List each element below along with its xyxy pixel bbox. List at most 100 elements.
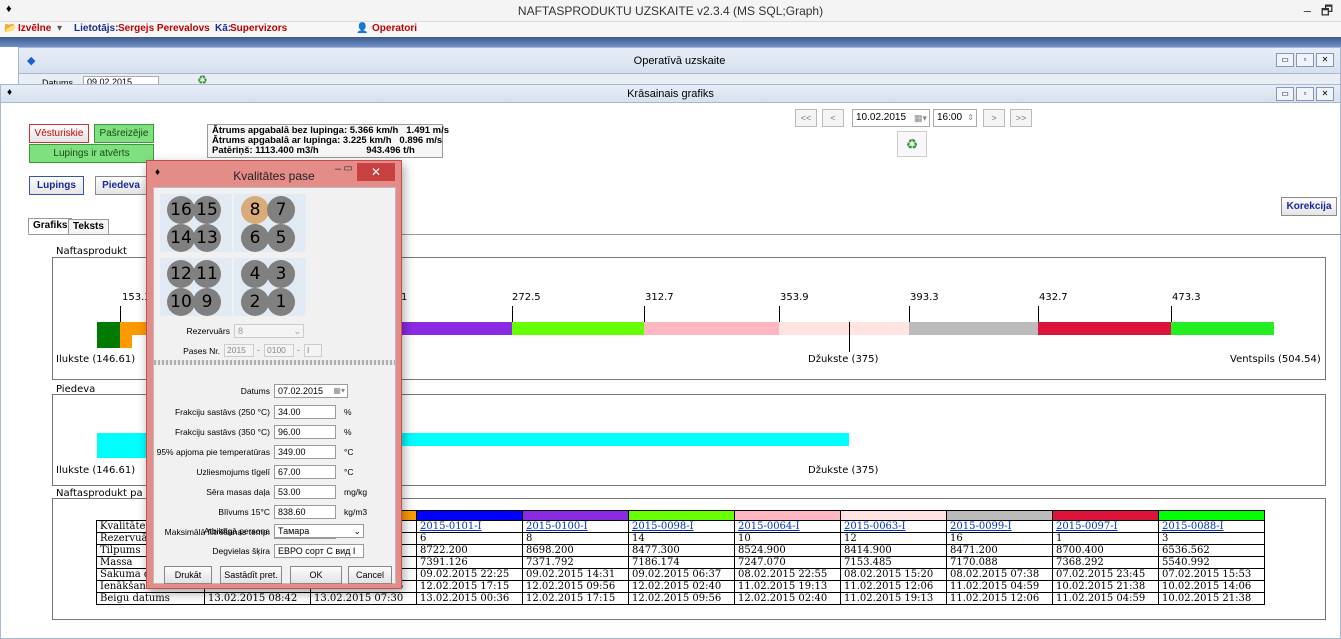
nav-time-field[interactable]: 16:00 ⇕ xyxy=(933,109,977,127)
menu-izvelne[interactable]: Izvēlne xyxy=(18,23,51,34)
field-label: 95% apjoma pie temperatūras xyxy=(156,447,270,457)
tank-circle[interactable]: 11 xyxy=(193,260,221,288)
pase-link[interactable]: 2015-0097-I xyxy=(1056,522,1118,532)
ok-button[interactable]: OK xyxy=(290,566,342,584)
tank-circle[interactable]: 8 xyxy=(241,196,269,224)
tank-circle[interactable]: 15 xyxy=(193,196,221,224)
field-input[interactable]: 838.60 xyxy=(274,505,336,519)
krasainais-restore-button[interactable]: ▫ xyxy=(1296,87,1314,101)
segment-pink xyxy=(644,322,779,335)
nav-last-button[interactable]: >> xyxy=(1010,109,1032,127)
table-cell: 12.02.2015 09:56 xyxy=(628,592,735,605)
sastadit-button[interactable]: Sastādīt pret. xyxy=(220,566,282,584)
table-cell: 16 xyxy=(946,532,1053,545)
pase-link-cell[interactable]: 2015-0101-I xyxy=(416,520,523,533)
calendar-icon[interactable]: ▦▾ xyxy=(333,385,347,397)
pasreizejie-button[interactable]: Pašreizējie xyxy=(94,124,154,143)
field-input[interactable]: 349.00 xyxy=(274,445,336,459)
tank-circle[interactable]: 4 xyxy=(241,260,269,288)
pase-link[interactable]: 2015-0099-I xyxy=(950,522,1012,532)
pases-number-field[interactable]: 0100 xyxy=(264,344,294,357)
tank-circle[interactable]: 2 xyxy=(241,288,269,316)
pase-link-cell[interactable]: 2015-0100-I xyxy=(522,520,629,533)
station-right: Ventspils (504.54) xyxy=(1230,354,1321,365)
pase-link[interactable]: 2015-0063-I xyxy=(844,522,906,532)
lupings-button[interactable]: Lupings xyxy=(29,176,84,195)
pase-link[interactable]: 2015-0100-I xyxy=(526,522,588,532)
pase-link[interactable]: 2015-0098-I xyxy=(632,522,694,532)
rezervuars-select[interactable]: 8 ⌄ xyxy=(234,324,304,338)
tank-circle[interactable]: 6 xyxy=(241,224,269,252)
header-band xyxy=(0,37,1341,47)
pase-link[interactable]: 2015-0088-I xyxy=(1162,522,1224,532)
tank-circle[interactable]: 1 xyxy=(267,288,295,316)
pase-link[interactable]: 2015-0064-I xyxy=(738,522,800,532)
tab-teksts[interactable]: Teksts xyxy=(68,219,109,235)
pase-link-cell[interactable]: 2015-0088-I xyxy=(1158,520,1265,533)
table-cell: 8524.900 xyxy=(734,544,841,557)
tank-circle[interactable]: 13 xyxy=(193,224,221,252)
atbildiga-select[interactable]: Тамара ⌄ xyxy=(274,524,364,538)
lupings-atverts-button[interactable]: Lupings ir atvērts xyxy=(29,144,154,163)
nav-date-field[interactable]: 10.02.2015 ▦▾ xyxy=(852,109,930,127)
calendar-icon[interactable]: ▦▾ xyxy=(914,110,929,126)
piedeva-button[interactable]: Piedeva xyxy=(95,176,147,195)
table-cell: 8722.200 xyxy=(416,544,523,557)
tank-circle[interactable]: 3 xyxy=(267,260,295,288)
field-input[interactable]: 96.00 xyxy=(274,425,336,439)
dialog-minimize-button[interactable]: – xyxy=(335,163,341,175)
dialog-maximize-button[interactable]: ▭ xyxy=(344,163,353,174)
tank-circle[interactable]: 7 xyxy=(267,196,295,224)
field-input[interactable]: 53.00 xyxy=(274,485,336,499)
field-input[interactable]: 34.00 xyxy=(274,405,336,419)
drukat-button[interactable]: Drukāt xyxy=(164,566,212,584)
degvielas-value: ЕВРО сорт С вид I xyxy=(278,546,356,556)
pase-link-cell[interactable]: 2015-0063-I xyxy=(840,520,947,533)
vesturiskie-button[interactable]: Vēsturiskie xyxy=(29,124,89,143)
tank-circle[interactable]: 10 xyxy=(167,288,195,316)
cancel-button[interactable]: Cancel xyxy=(348,566,392,584)
korekcija-button[interactable]: Korekcija xyxy=(1281,197,1337,216)
maximize-button[interactable]: 🗗 xyxy=(1319,2,1335,24)
krasainais-min-button[interactable]: ▭ xyxy=(1276,87,1294,101)
tank-circle[interactable]: 14 xyxy=(167,224,195,252)
field-unit: % xyxy=(344,407,352,417)
refresh-button[interactable]: ♻ xyxy=(897,131,927,157)
tank-circle[interactable]: 9 xyxy=(193,288,221,316)
table-cell: 12.02.2015 09:56 xyxy=(522,580,629,593)
datums-value: 07.02.2015 xyxy=(278,386,324,396)
datums-field[interactable]: 07.02.2015 ▦▾ xyxy=(274,384,348,398)
pase-link-cell[interactable]: 2015-0098-I xyxy=(628,520,735,533)
row-label: Beigu datums xyxy=(96,592,205,605)
tank-circle[interactable]: 16 xyxy=(167,196,195,224)
field-input[interactable]: 67.00 xyxy=(274,465,336,479)
operators-menu[interactable]: Operatori xyxy=(372,23,417,34)
tank-circle[interactable]: 12 xyxy=(167,260,195,288)
dialog-close-button[interactable]: ✕ xyxy=(357,163,395,181)
minimize-button[interactable]: – xyxy=(1299,3,1315,18)
nav-prev-button[interactable]: < xyxy=(822,109,844,127)
nav-first-button[interactable]: << xyxy=(795,109,817,127)
pase-link-cell[interactable]: 2015-0099-I xyxy=(946,520,1053,533)
splitter-grip[interactable] xyxy=(154,360,395,365)
operativa-min-button[interactable]: ▭ xyxy=(1276,53,1294,67)
tick-dzukste xyxy=(849,322,850,352)
field-unit: % xyxy=(344,427,352,437)
krasainais-close-button[interactable]: ✕ xyxy=(1316,87,1334,101)
pases-year-field[interactable]: 2015 xyxy=(224,344,254,357)
degvielas-select[interactable]: ЕВРО сорт С вид I⌄ xyxy=(274,544,364,558)
operativa-restore-button[interactable]: ▫ xyxy=(1296,53,1314,67)
pases-suffix-field[interactable]: I xyxy=(304,344,322,357)
role-value: Supervizors xyxy=(230,23,288,34)
tank-circle[interactable]: 5 xyxy=(267,224,295,252)
operativa-close-button[interactable]: ✕ xyxy=(1316,53,1334,67)
pase-link-cell[interactable]: 2015-0064-I xyxy=(734,520,841,533)
field-unit: °C xyxy=(344,467,354,477)
table-cell: 7153.485 xyxy=(840,556,947,569)
nav-next-button[interactable]: > xyxy=(983,109,1005,127)
pase-link[interactable]: 2015-0101-I xyxy=(420,522,482,532)
spinner-icon[interactable]: ⇕ xyxy=(967,110,976,126)
pase-link-cell[interactable]: 2015-0097-I xyxy=(1052,520,1159,533)
table-cell: 7186.174 xyxy=(628,556,735,569)
tab-grafiks[interactable]: Grafiks xyxy=(28,218,73,234)
